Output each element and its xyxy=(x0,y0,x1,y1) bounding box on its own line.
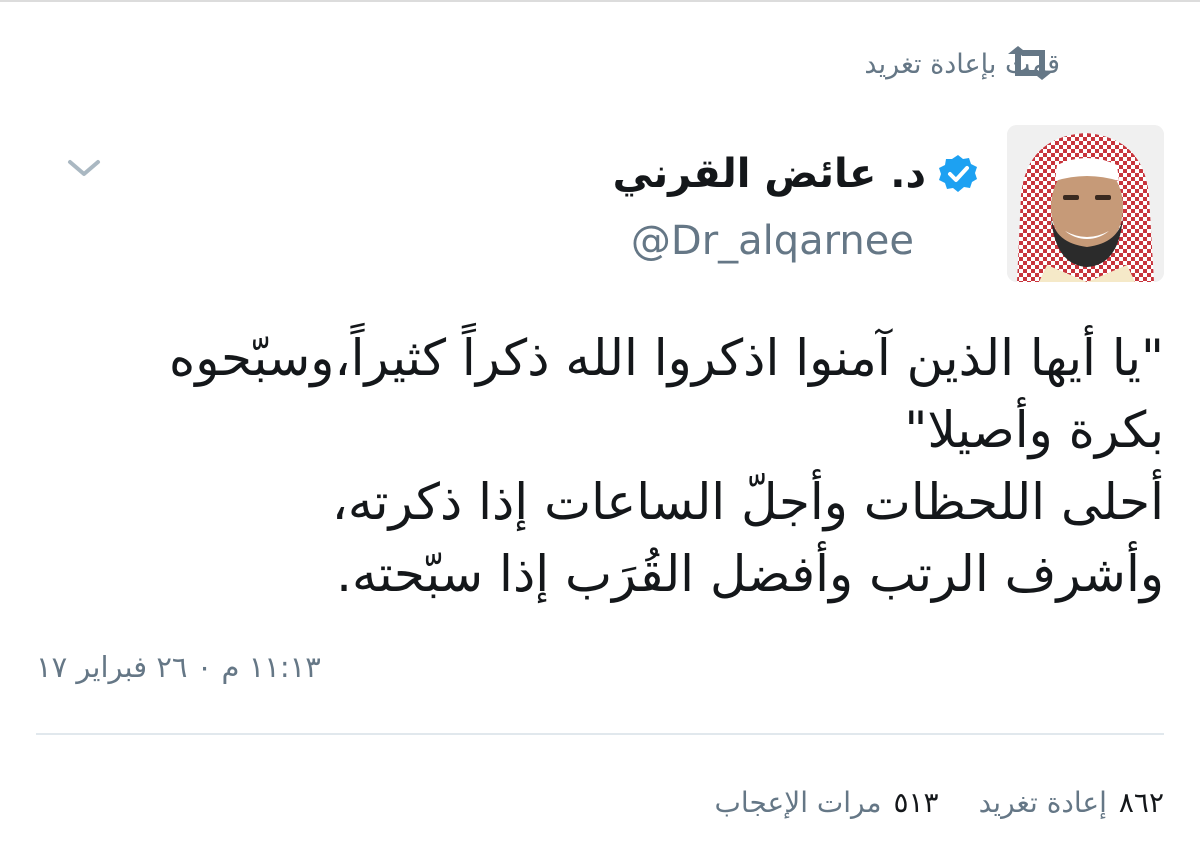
author-handle[interactable]: @Dr_alqarnee xyxy=(631,218,914,264)
tweet-text-line: وأشرف الرتب وأفضل القُرَب إذا سبّحته. xyxy=(336,545,1164,603)
tweet-text: "يا أيها الذين آمنوا اذكروا الله ذكراً ك… xyxy=(34,322,1164,610)
divider xyxy=(36,733,1164,735)
chevron-down-icon[interactable] xyxy=(66,156,102,180)
retweets-stat[interactable]: ٨٦٢ إعادة تغريد xyxy=(979,786,1164,819)
tweet-stats: ٨٦٢ إعادة تغريد ٥١٣ مرات الإعجاب xyxy=(715,780,1164,824)
avatar[interactable] xyxy=(1007,125,1164,282)
likes-count: ٥١٣ xyxy=(893,785,939,819)
top-divider xyxy=(0,0,1200,2)
retweets-count: ٨٦٢ xyxy=(1118,785,1164,819)
likes-label: مرات الإعجاب xyxy=(714,785,882,819)
tweet-text-line: "يا أيها الذين آمنوا اذكروا الله ذكراً ك… xyxy=(169,329,1164,387)
tweet-text-line: أحلى اللحظات وأجلّ الساعات إذا ذكرته، xyxy=(331,473,1164,531)
verified-badge-icon xyxy=(939,155,977,192)
likes-stat[interactable]: ٥١٣ مرات الإعجاب xyxy=(715,786,939,819)
tweet-timestamp[interactable]: ١١:١٣ م ٠ ٢٦ فبراير ١٧ xyxy=(36,642,321,692)
avatar-image xyxy=(1007,125,1164,282)
tweet-text-line: بكرة وأصيلا" xyxy=(904,401,1164,459)
retweet-context-label: قمت بإعادة تغريد xyxy=(864,48,1060,80)
author-name-row[interactable]: د. عائض القرني xyxy=(613,148,978,200)
retweets-label: إعادة تغريد xyxy=(978,785,1107,819)
author-name: د. عائض القرني xyxy=(612,151,926,197)
